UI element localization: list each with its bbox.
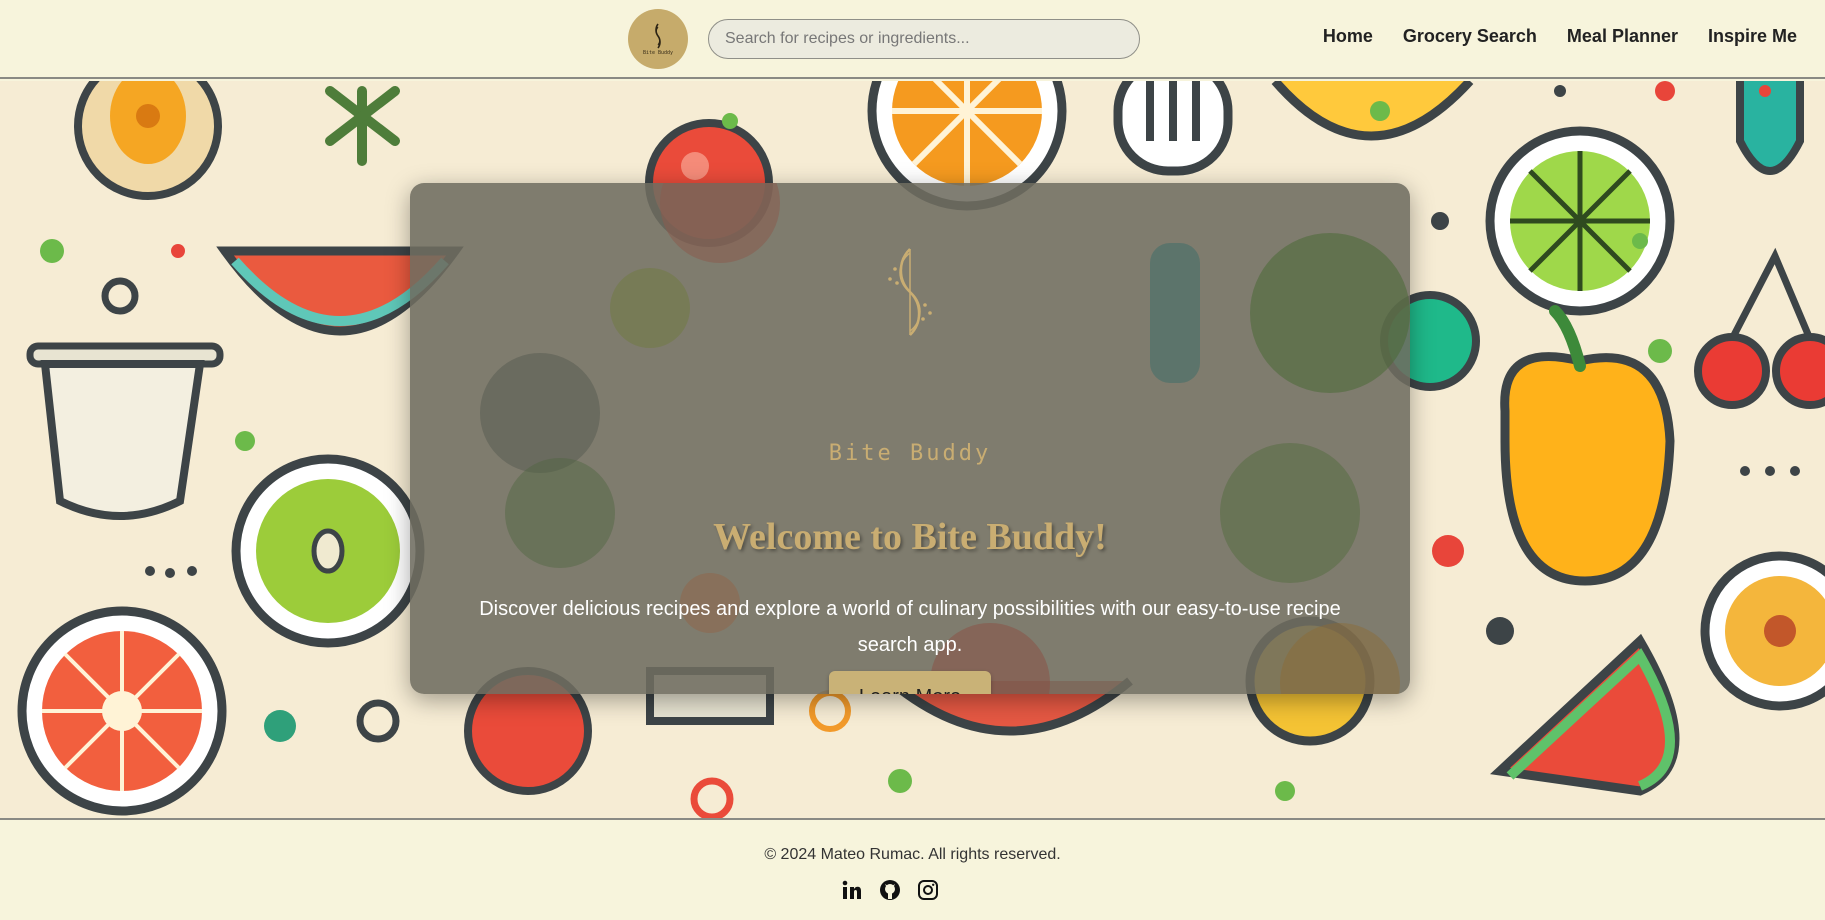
- site-logo[interactable]: Bite Buddy: [628, 9, 688, 69]
- copyright-text: © 2024 Mateo Rumac. All rights reserved.: [764, 846, 1061, 863]
- github-icon[interactable]: [878, 878, 902, 902]
- hero-title: Welcome to Bite Buddy!: [713, 516, 1107, 558]
- instagram-icon[interactable]: [916, 878, 940, 902]
- card-brand-text: Bite Buddy: [828, 441, 992, 466]
- search-input[interactable]: [708, 19, 1140, 59]
- hero-description: Discover delicious recipes and explore a…: [479, 598, 1341, 656]
- welcome-card: Bite Buddy Welcome to Bite Buddy! Discov…: [410, 183, 1410, 694]
- lemon-slice-icon: [655, 23, 661, 48]
- nav-home[interactable]: Home: [1323, 26, 1373, 47]
- linkedin-icon[interactable]: [840, 878, 864, 902]
- lemon-slice-logo-icon: [888, 248, 932, 336]
- learn-more-button[interactable]: Learn More: [829, 671, 991, 694]
- nav-inspire-me[interactable]: Inspire Me: [1708, 26, 1797, 47]
- social-links: [840, 878, 940, 902]
- site-header: Bite Buddy Home Grocery Search Meal Plan…: [0, 0, 1825, 79]
- nav-meal-planner[interactable]: Meal Planner: [1567, 26, 1678, 47]
- hero-section: Bite Buddy Welcome to Bite Buddy! Discov…: [0, 81, 1825, 820]
- nav-grocery-search[interactable]: Grocery Search: [1403, 26, 1537, 47]
- logo-text: Bite Buddy: [642, 49, 674, 56]
- site-footer: © 2024 Mateo Rumac. All rights reserved.: [0, 822, 1825, 920]
- main-nav: Home Grocery Search Meal Planner Inspire…: [1323, 26, 1797, 47]
